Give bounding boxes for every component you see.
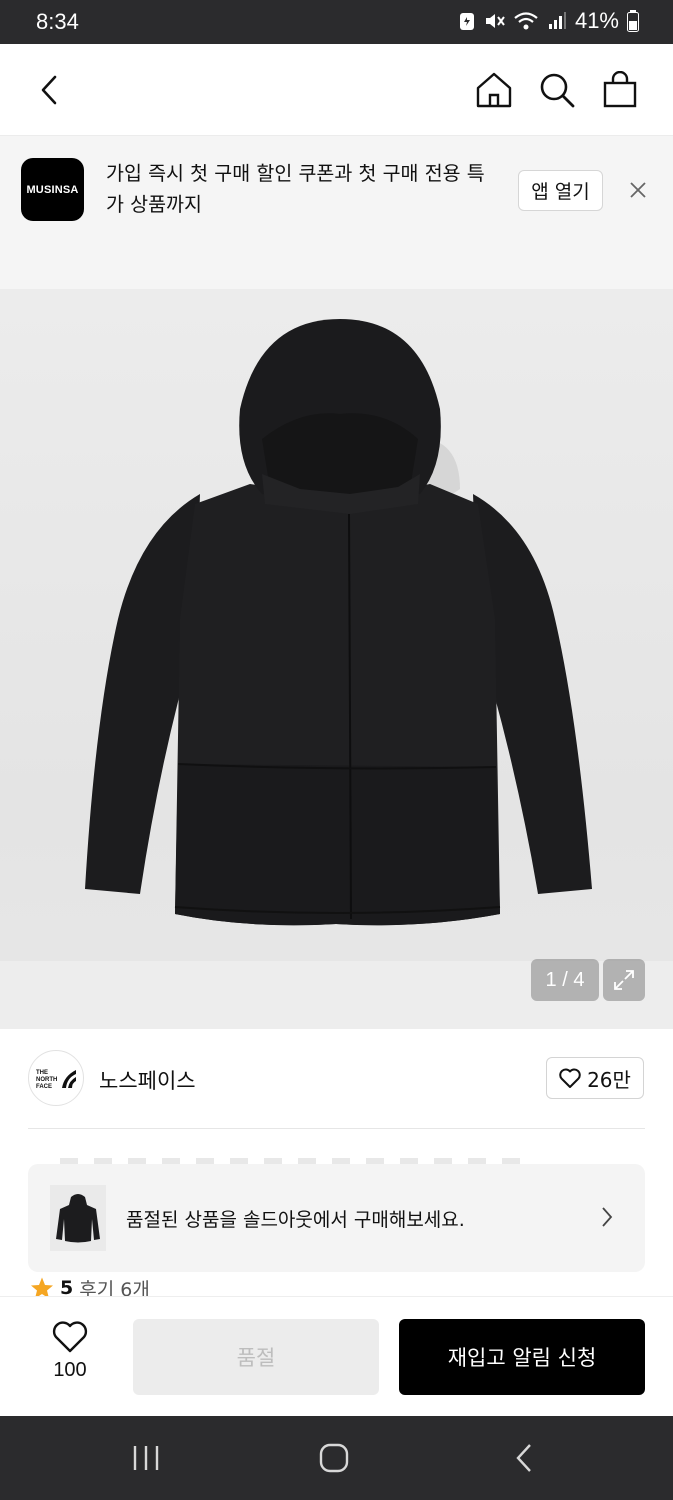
battery-icon [627,10,639,32]
chevron-right-icon [602,1207,613,1227]
recent-apps-button[interactable] [122,1438,170,1478]
shopping-bag-icon [603,71,637,108]
mute-icon [485,14,505,28]
app-header [0,44,673,136]
banner-close-button[interactable] [622,174,654,206]
divider [28,1128,645,1129]
musinsa-logo: MUSINSA [21,158,84,221]
bottom-action-bar: 100 품절 재입고 알림 신청 [0,1296,673,1416]
brand-logo-text: THE [36,1070,48,1076]
heart-icon [52,1321,88,1353]
cart-button[interactable] [596,66,644,114]
status-icons: 41% [459,8,639,34]
search-icon [540,73,575,108]
app-install-banner: MUSINSA 가입 즉시 첫 구매 할인 쿠폰과 첫 구매 전용 특가 상품까… [0,136,673,289]
home-circle-icon [319,1443,349,1473]
jacket-thumbnail [56,1194,100,1243]
back-icon [516,1444,531,1472]
wifi-icon [514,12,538,30]
brand-like-button[interactable]: 26만 [546,1057,644,1099]
status-bar: 8:34 41% [0,0,673,44]
image-counter: 1 / 4 [531,959,599,1001]
soldout-link-card[interactable]: 품절된 상품을 솔드아웃에서 구매해보세요. [28,1164,645,1272]
svg-text:NORTH: NORTH [36,1077,57,1083]
north-face-logo: THE NORTH FACE [36,1070,76,1090]
svg-text:FACE: FACE [36,1084,52,1090]
battery-saver-icon [459,13,474,30]
signal-icon [548,12,566,29]
open-app-button[interactable]: 앱 열기 [518,170,603,211]
brand-logo: THE NORTH FACE [28,1050,84,1106]
back-button[interactable] [26,66,74,114]
home-nav-button[interactable] [310,1438,358,1478]
home-icon [476,72,512,108]
recent-apps-icon [133,1446,159,1470]
close-icon [630,182,646,198]
brand-like-count: 26만 [587,1067,631,1092]
product-image [85,319,592,926]
banner-message: 가입 즉시 첫 구매 할인 쿠폰과 첫 구매 전용 특가 상품까지 [106,162,485,216]
search-button[interactable] [533,66,581,114]
system-nav-bar [0,1416,673,1500]
product-image-carousel[interactable]: 1 / 4 [0,289,673,1029]
expand-icon [614,970,634,990]
restock-alert-button[interactable]: 재입고 알림 신청 [399,1319,645,1395]
expand-image-button[interactable] [603,959,645,1001]
soldout-message: 품절된 상품을 솔드아웃에서 구매해보세요. [126,1209,465,1231]
soldout-thumbnail [50,1185,106,1251]
heart-icon [559,1068,581,1088]
wishlist-count: 100 [53,1359,87,1381]
status-time: 8:34 [36,9,79,34]
home-button[interactable] [470,66,518,114]
battery-percent: 41% [574,8,619,33]
soldout-button: 품절 [133,1319,379,1395]
chevron-left-icon [41,75,57,105]
brand-name[interactable]: 노스페이스 [99,1065,196,1095]
back-nav-button[interactable] [500,1438,548,1478]
brand-row[interactable]: THE NORTH FACE 노스페이스 26만 [0,1029,673,1129]
wishlist-button[interactable]: 100 [36,1321,104,1391]
